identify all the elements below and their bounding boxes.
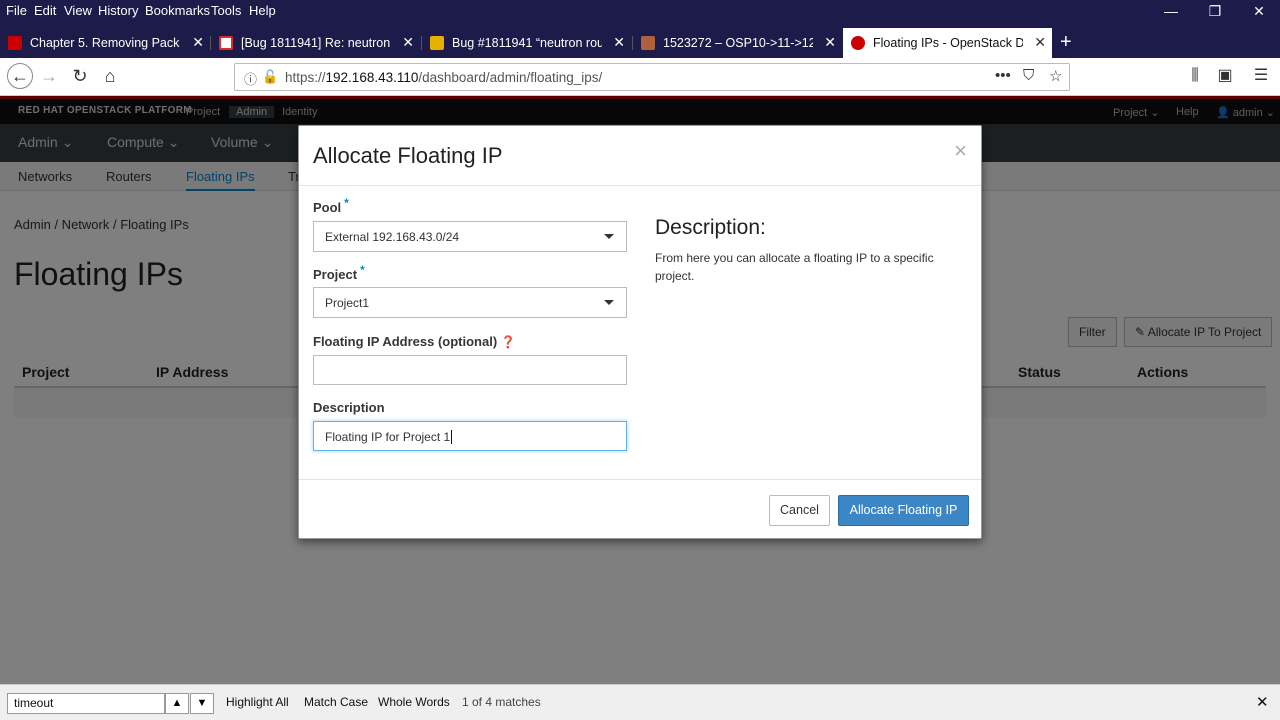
tab-close-icon[interactable]: ✕ — [402, 34, 414, 51]
menu-bookmarks[interactable]: Bookmarks — [145, 3, 210, 18]
forward-icon[interactable]: → — [38, 66, 60, 86]
tab-close-icon[interactable]: ✕ — [1034, 34, 1046, 51]
allocate-floating-ip-button[interactable]: Allocate Floating IP — [838, 495, 969, 526]
tab-launchpad-bug[interactable]: Bug #1811941 “neutron routers ✕ — [422, 28, 631, 58]
gmail-favicon-icon — [219, 36, 233, 50]
redhat-favicon-icon — [851, 36, 865, 50]
pool-select[interactable]: External 192.168.43.0/24 — [313, 221, 627, 252]
description-label: Description — [313, 400, 385, 415]
navigation-toolbar: ← → ↻ ⌂ ⓘ 🔓 https://192.168.43.110/dashb… — [0, 58, 1280, 96]
find-next-icon[interactable]: ▼ — [190, 693, 214, 714]
description-help-text: From here you can allocate a floating IP… — [655, 251, 934, 283]
back-icon[interactable]: ← — [7, 63, 33, 89]
chevron-down-icon — [604, 234, 614, 239]
floating-ip-address-input[interactable] — [313, 355, 627, 385]
find-input[interactable]: timeout — [7, 693, 165, 714]
menu-tools[interactable]: Tools — [211, 3, 241, 18]
description-heading: Description: — [655, 216, 766, 239]
hamburger-menu-icon[interactable]: ☰ — [1250, 66, 1272, 86]
chevron-down-icon — [604, 300, 614, 305]
tab-bug-email[interactable]: [Bug 1811941] Re: neutron rout ✕ — [211, 28, 420, 58]
menu-edit[interactable]: Edit — [34, 3, 56, 18]
tab-close-icon[interactable]: ✕ — [824, 34, 836, 51]
new-tab-icon[interactable]: + — [1060, 31, 1072, 54]
highlight-all-toggle[interactable]: Highlight All — [226, 695, 289, 709]
tab-bugzilla[interactable]: 1523272 – OSP10->11->12 upg ✕ — [633, 28, 842, 58]
menu-file[interactable]: File — [6, 3, 27, 18]
tab-title: Chapter 5. Removing Packstack — [30, 36, 180, 50]
find-close-icon[interactable]: ✕ — [1256, 693, 1269, 711]
menu-history[interactable]: History — [98, 3, 138, 18]
pool-selected-value: External 192.168.43.0/24 — [325, 230, 460, 244]
help-question-icon[interactable]: ❓ — [501, 335, 516, 349]
launchpad-favicon-icon — [430, 36, 444, 50]
sidebar-icon[interactable]: ▣ — [1214, 66, 1236, 86]
description-input[interactable]: Floating IP for Project 1 — [313, 421, 627, 451]
project-selected-value: Project1 — [325, 296, 370, 310]
floating-ip-address-label: Floating IP Address (optional) ❓ — [313, 334, 516, 349]
tab-strip: Chapter 5. Removing Packstack ✕ [Bug 181… — [0, 28, 1280, 58]
project-select[interactable]: Project1 — [313, 287, 627, 318]
minimize-icon[interactable]: — — [1161, 3, 1181, 19]
menu-view[interactable]: View — [64, 3, 92, 18]
url-bar[interactable]: ⓘ 🔓 https://192.168.43.110/dashboard/adm… — [234, 63, 1070, 91]
page-actions-icon[interactable]: ••• — [995, 67, 1011, 84]
modal-close-icon[interactable]: × — [954, 138, 967, 164]
redhat-favicon-icon — [8, 36, 22, 50]
cancel-button[interactable]: Cancel — [769, 495, 830, 526]
menu-help[interactable]: Help — [249, 3, 276, 18]
pool-label: Pool * — [313, 196, 349, 215]
find-bar: timeout ▲ ▼ Highlight All Match Case Who… — [0, 684, 1280, 720]
restore-icon[interactable]: ❐ — [1205, 3, 1225, 20]
whole-words-toggle[interactable]: Whole Words — [378, 695, 450, 709]
lock-warning-icon[interactable]: 🔓 — [262, 69, 278, 85]
bookmark-star-icon[interactable]: ☆ — [1049, 67, 1062, 85]
tab-title: 1523272 – OSP10->11->12 upg — [663, 36, 813, 50]
find-previous-icon[interactable]: ▲ — [165, 693, 189, 714]
tab-title: Bug #1811941 “neutron routers — [452, 36, 602, 50]
pocket-icon[interactable]: ⛉ — [1023, 67, 1034, 84]
tab-title: [Bug 1811941] Re: neutron rout — [241, 36, 391, 50]
bugzilla-favicon-icon — [641, 36, 655, 50]
tab-close-icon[interactable]: ✕ — [613, 34, 625, 51]
find-result-count: 1 of 4 matches — [462, 695, 541, 709]
info-icon[interactable]: ⓘ — [244, 69, 257, 88]
project-label: Project * — [313, 263, 365, 282]
tab-close-icon[interactable]: ✕ — [192, 34, 204, 51]
tab-floating-ips[interactable]: Floating IPs - OpenStack Dashb ✕ — [843, 28, 1052, 58]
allocate-floating-ip-modal: Allocate Floating IP × Pool * External 19… — [298, 125, 982, 539]
reload-icon[interactable]: ↻ — [69, 66, 91, 86]
window-close-icon[interactable]: ✕ — [1249, 3, 1269, 20]
library-icon[interactable]: ⫼ — [1184, 66, 1206, 86]
tab-title: Floating IPs - OpenStack Dashb — [873, 36, 1023, 50]
tab-packstack[interactable]: Chapter 5. Removing Packstack ✕ — [0, 28, 210, 58]
home-icon[interactable]: ⌂ — [99, 66, 121, 86]
url-text: https://192.168.43.110/dashboard/admin/f… — [285, 70, 603, 85]
modal-title: Allocate Floating IP — [313, 143, 503, 168]
menu-bar: File Edit View History Bookmarks Tools H… — [0, 0, 1280, 28]
match-case-toggle[interactable]: Match Case — [304, 695, 368, 709]
